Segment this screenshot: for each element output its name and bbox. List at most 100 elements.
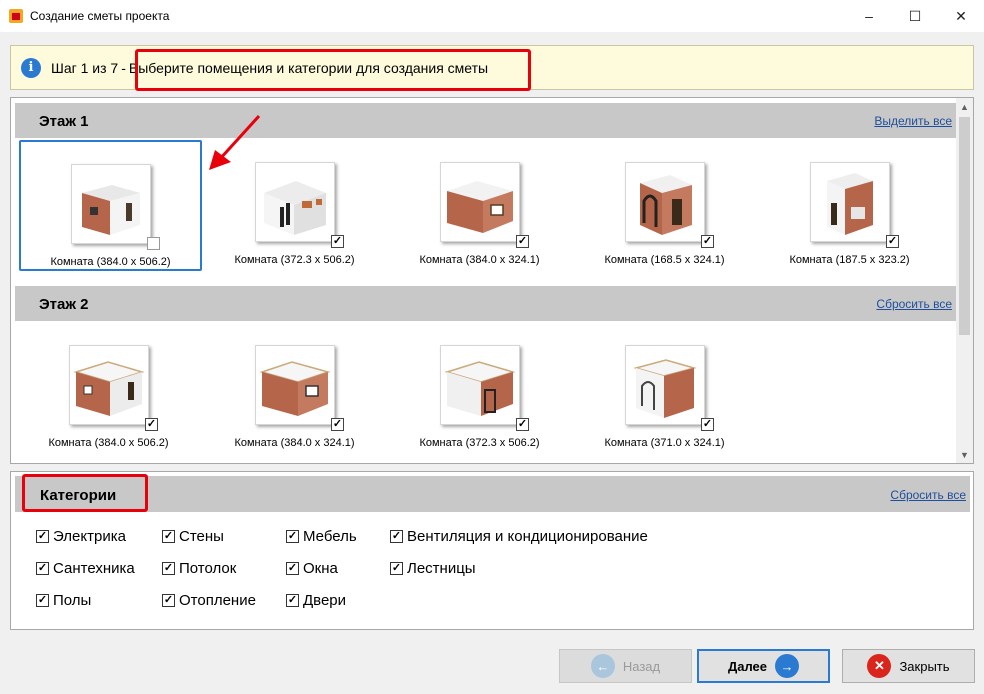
room-checkbox[interactable] (147, 237, 160, 250)
rooms-panel: Этаж 1 Выделить все Комната (384.0 x 506… (10, 97, 974, 464)
category-label: Мебель (303, 528, 357, 545)
checkbox-icon[interactable]: ✓ (162, 594, 175, 607)
category-label: Потолок (179, 560, 237, 577)
room-checkbox[interactable]: ✓ (886, 235, 899, 248)
arrow-left-icon: ← (590, 654, 615, 678)
room-thumbnail (625, 162, 705, 242)
room-checkbox[interactable]: ✓ (516, 418, 529, 431)
category-checkbox[interactable]: ✓ Стены (162, 528, 224, 545)
room-card[interactable]: Комната (384.0 x 506.2) (19, 140, 202, 271)
room-thumbnail (69, 345, 149, 425)
room-label: Комната (384.0 x 324.1) (234, 437, 355, 449)
highlight-box-categories (22, 474, 148, 512)
checkbox-icon[interactable]: ✓ (162, 562, 175, 575)
category-label: Окна (303, 560, 338, 577)
room-3d-icon (444, 361, 516, 416)
category-label: Вентиляция и кондиционирование (407, 528, 648, 545)
step-indicator: Шаг 1 из 7 (51, 59, 119, 76)
room-card[interactable]: ✓ Комната (384.0 x 324.1) (205, 323, 388, 454)
room-label: Комната (384.0 x 506.2) (50, 256, 171, 268)
room-checkbox[interactable]: ✓ (331, 235, 344, 248)
room-label: Комната (384.0 x 324.1) (419, 254, 540, 266)
room-card[interactable]: ✓ Комната (384.0 x 506.2) (19, 323, 202, 454)
categories-panel: Категории Сбросить все ✓ Электрика ✓ Сан… (10, 471, 974, 630)
room-label: Комната (372.3 x 506.2) (234, 254, 355, 266)
close-button-label: Закрыть (899, 658, 950, 674)
scroll-down-arrow-icon[interactable]: ▼ (956, 446, 973, 463)
categories-reset-link[interactable]: Сбросить все (890, 488, 966, 502)
floor-1-header: Этаж 1 Выделить все (15, 103, 956, 138)
room-checkbox[interactable]: ✓ (701, 235, 714, 248)
room-thumbnail (440, 345, 520, 425)
room-3d-icon (633, 359, 697, 418)
room-card[interactable]: ✓ Комната (372.3 x 506.2) (390, 323, 573, 454)
category-label: Лестницы (407, 560, 476, 577)
checkbox-icon[interactable]: ✓ (36, 594, 49, 607)
checkbox-icon[interactable]: ✓ (286, 562, 299, 575)
room-3d-icon (73, 361, 145, 416)
room-3d-icon (827, 173, 873, 235)
category-checkbox[interactable]: ✓ Электрика (36, 528, 126, 545)
next-button[interactable]: Далее → (697, 649, 830, 683)
category-label: Полы (53, 592, 92, 609)
category-checkbox[interactable]: ✓ Мебель (286, 528, 357, 545)
category-checkbox[interactable]: ✓ Сантехника (36, 560, 135, 577)
room-thumbnail (255, 162, 335, 242)
checkbox-icon[interactable]: ✓ (162, 530, 175, 543)
category-checkbox[interactable]: ✓ Двери (286, 592, 346, 609)
back-button-label: Назад (622, 658, 661, 674)
select-all-link[interactable]: Выделить все (874, 114, 952, 128)
category-checkbox[interactable]: ✓ Полы (36, 592, 91, 609)
rooms-scrollbar[interactable]: ▲ ▼ (956, 98, 973, 463)
category-checkbox[interactable]: ✓ Потолок (162, 560, 236, 577)
category-checkbox[interactable]: ✓ Окна (286, 560, 338, 577)
category-checkbox[interactable]: ✓ Лестницы (390, 560, 476, 577)
back-button[interactable]: ← Назад (559, 649, 692, 683)
room-card[interactable]: ✓ Комната (384.0 x 324.1) (390, 140, 573, 271)
close-x-icon: ✕ (867, 654, 892, 678)
scroll-thumb[interactable] (959, 117, 970, 335)
checkbox-icon[interactable]: ✓ (390, 562, 403, 575)
category-label: Сантехника (53, 560, 135, 577)
checkbox-icon[interactable]: ✓ (286, 594, 299, 607)
checkbox-icon[interactable]: ✓ (286, 530, 299, 543)
room-thumbnail (810, 162, 890, 242)
floor-title: Этаж 2 (39, 296, 89, 313)
room-checkbox[interactable]: ✓ (145, 418, 158, 431)
room-3d-icon (447, 181, 513, 233)
info-icon: i (21, 57, 41, 78)
room-label: Комната (371.0 x 324.1) (604, 437, 725, 449)
room-card[interactable]: ✓ Комната (371.0 x 324.1) (575, 323, 758, 454)
close-window-button[interactable]: ✕ (938, 0, 984, 32)
category-label: Электрика (53, 528, 126, 545)
arrow-right-icon: → (775, 654, 800, 678)
category-label: Стены (179, 528, 224, 545)
pointer-arrow-icon (209, 114, 261, 170)
room-label: Комната (372.3 x 506.2) (419, 437, 540, 449)
room-checkbox[interactable]: ✓ (516, 235, 529, 248)
room-thumbnail (71, 164, 151, 244)
checkbox-icon[interactable]: ✓ (390, 530, 403, 543)
category-label: Двери (303, 592, 347, 609)
floor-2-header: Этаж 2 Сбросить все (15, 286, 956, 321)
room-3d-icon (640, 175, 692, 235)
room-label: Комната (168.5 x 324.1) (604, 254, 725, 266)
room-card[interactable]: ✓ Комната (168.5 x 324.1) (575, 140, 758, 271)
floor-title: Этаж 1 (39, 113, 89, 130)
room-thumbnail (255, 345, 335, 425)
room-thumbnail (440, 162, 520, 242)
room-3d-icon (259, 361, 331, 416)
room-checkbox[interactable]: ✓ (331, 418, 344, 431)
minimize-button[interactable]: – (846, 0, 892, 32)
maximize-button[interactable]: ☐ (892, 0, 938, 32)
checkbox-icon[interactable]: ✓ (36, 562, 49, 575)
category-checkbox[interactable]: ✓ Отопление (162, 592, 256, 609)
room-3d-icon (264, 181, 326, 235)
close-button[interactable]: ✕ Закрыть (842, 649, 975, 683)
reset-all-link[interactable]: Сбросить все (876, 297, 952, 311)
scroll-up-arrow-icon[interactable]: ▲ (956, 98, 973, 115)
category-checkbox[interactable]: ✓ Вентиляция и кондиционирование (390, 528, 648, 545)
checkbox-icon[interactable]: ✓ (36, 530, 49, 543)
room-card[interactable]: ✓ Комната (187.5 x 323.2) (760, 140, 943, 271)
room-checkbox[interactable]: ✓ (701, 418, 714, 431)
